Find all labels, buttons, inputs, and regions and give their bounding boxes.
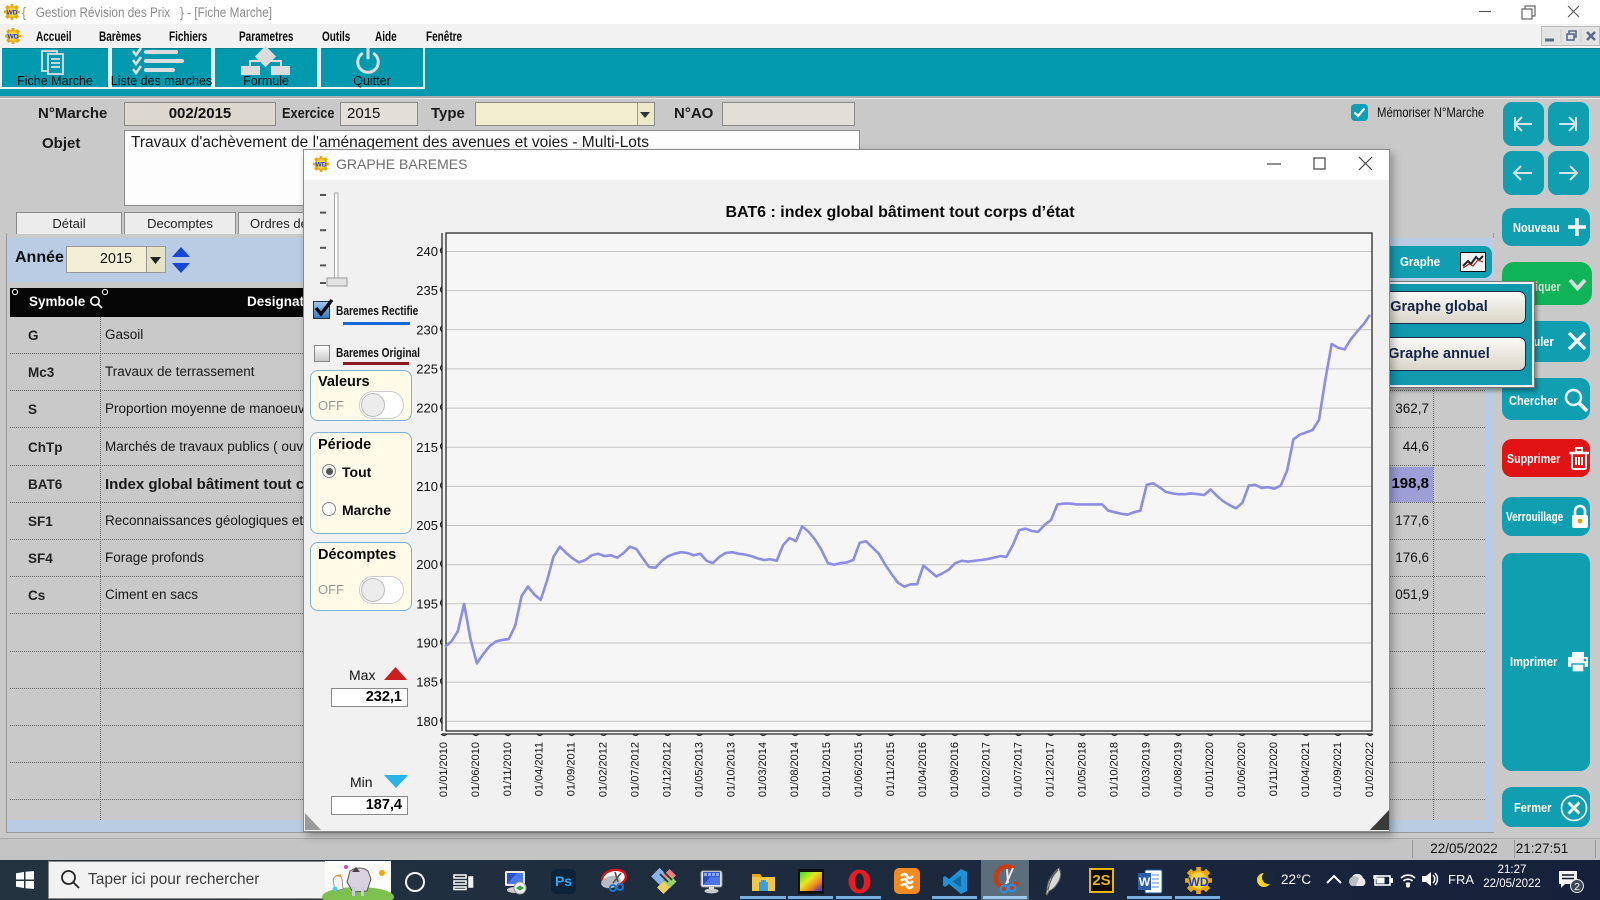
svg-text:WD: WD [1189, 875, 1209, 889]
svg-text:190: 190 [416, 636, 438, 651]
svg-text:01/01/2020: 01/01/2020 [1204, 742, 1216, 797]
svg-text:01/04/2021: 01/04/2021 [1300, 742, 1312, 797]
svg-text:210: 210 [416, 479, 438, 494]
svg-text:01/02/2017: 01/02/2017 [981, 742, 993, 797]
svg-text:01/04/2011: 01/04/2011 [534, 742, 546, 796]
svg-text:235: 235 [416, 283, 438, 298]
svg-text:01/08/2014: 01/08/2014 [789, 742, 801, 797]
svg-text:01/03/2019: 01/03/2019 [1140, 742, 1152, 797]
svg-text:WD: WD [315, 162, 326, 169]
svg-text:01/06/2010: 01/06/2010 [470, 742, 482, 797]
svg-text:01/08/2019: 01/08/2019 [1172, 742, 1184, 797]
svg-text:01/01/2010: 01/01/2010 [438, 742, 450, 797]
svg-text:01/01/2015: 01/01/2015 [821, 742, 833, 797]
svg-text:01/09/2011: 01/09/2011 [566, 742, 578, 796]
svg-text:220: 220 [416, 401, 438, 416]
svg-text:01/06/2020: 01/06/2020 [1236, 742, 1248, 797]
svg-text:180: 180 [416, 714, 438, 729]
svg-text:205: 205 [416, 518, 438, 533]
svg-text:01/07/2012: 01/07/2012 [630, 742, 642, 797]
svg-text:01/04/2016: 01/04/2016 [917, 742, 929, 797]
svg-text:01/06/2015: 01/06/2015 [853, 742, 865, 797]
svg-text:185: 185 [416, 675, 438, 690]
svg-text:01/09/2016: 01/09/2016 [949, 742, 961, 797]
svg-text:01/02/2022: 01/02/2022 [1364, 742, 1376, 797]
svg-text:230: 230 [416, 322, 438, 337]
svg-text:01/09/2021: 01/09/2021 [1332, 742, 1344, 797]
svg-text:2: 2 [1574, 881, 1580, 893]
svg-text:01/11/2010: 01/11/2010 [502, 742, 514, 796]
svg-text:01/05/2013: 01/05/2013 [693, 742, 705, 797]
svg-text:01/10/2013: 01/10/2013 [725, 742, 737, 797]
svg-text:01/12/2012: 01/12/2012 [661, 742, 673, 797]
svg-text:01/03/2014: 01/03/2014 [757, 742, 769, 797]
svg-text:01/02/2012: 01/02/2012 [598, 742, 610, 797]
svg-text:W: W [1139, 875, 1151, 889]
svg-text:01/11/2015: 01/11/2015 [885, 742, 897, 796]
svg-text:01/05/2018: 01/05/2018 [1077, 742, 1089, 797]
svg-text:01/12/2017: 01/12/2017 [1045, 742, 1057, 797]
svg-text:01/10/2018: 01/10/2018 [1108, 742, 1120, 797]
svg-text:240: 240 [416, 244, 438, 259]
svg-text:01/11/2020: 01/11/2020 [1268, 742, 1280, 796]
svg-text:195: 195 [416, 596, 438, 611]
svg-text:225: 225 [416, 361, 438, 376]
svg-text:200: 200 [416, 557, 438, 572]
svg-text:215: 215 [416, 440, 438, 455]
svg-text:01/07/2017: 01/07/2017 [1013, 742, 1025, 797]
